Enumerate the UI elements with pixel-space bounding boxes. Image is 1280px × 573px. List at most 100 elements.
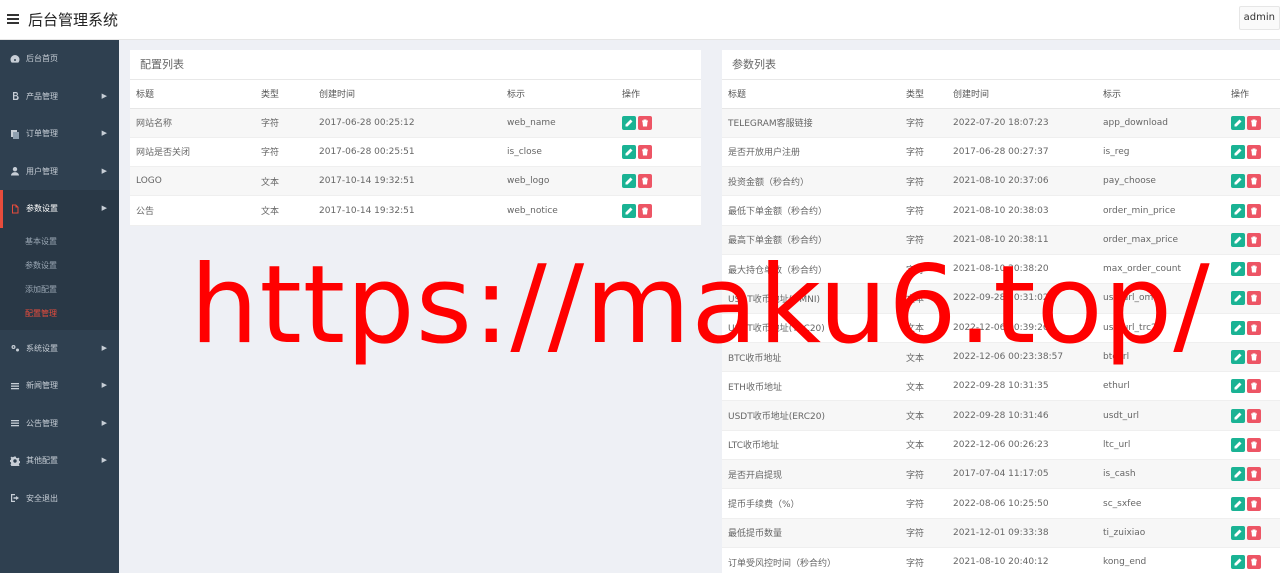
delete-button[interactable] (1247, 203, 1261, 218)
table-cell: order_max_price (1097, 225, 1225, 255)
table-row: 网站是否关闭 字符 2017-06-28 00:25:51 is_close (130, 137, 701, 168)
submenu-item-3[interactable]: 配置管理 (0, 302, 119, 326)
trash-icon (1251, 265, 1257, 273)
dashboard-icon (10, 54, 20, 64)
trash-icon (1251, 324, 1257, 332)
sidebar-item-2[interactable]: 订单管理 ▶ (0, 115, 119, 153)
delete-button[interactable] (638, 144, 652, 159)
table-row: LOGO 文本 2017-10-14 19:32:51 web_logo (130, 166, 701, 197)
edit-button[interactable] (1231, 525, 1245, 540)
table-cell: LOGO (130, 166, 255, 197)
pencil-icon (1234, 412, 1242, 420)
submenu-item-0[interactable]: 基本设置 (0, 230, 119, 254)
delete-button[interactable] (1247, 496, 1261, 511)
sidebar-item-9[interactable]: 安全退出 (0, 480, 119, 518)
sidebar-item-6[interactable]: 新闻管理 ▶ (0, 367, 119, 405)
sidebar-item-5[interactable]: 系统设置 ▶ (0, 330, 119, 368)
column-header: 标题 (722, 80, 900, 109)
edit-button[interactable] (1231, 408, 1245, 423)
edit-button[interactable] (622, 203, 636, 218)
delete-button[interactable] (1247, 115, 1261, 130)
edit-button[interactable] (1231, 379, 1245, 394)
edit-button[interactable] (1231, 115, 1245, 130)
row-actions (1225, 108, 1280, 138)
delete-button[interactable] (1247, 437, 1261, 452)
table-cell: 网站是否关闭 (130, 137, 255, 168)
delete-button[interactable] (1247, 262, 1261, 277)
edit-button[interactable] (622, 115, 636, 130)
edit-button[interactable] (1231, 232, 1245, 247)
edit-button[interactable] (1231, 174, 1245, 189)
table-cell: 字符 (900, 254, 947, 285)
row-actions (1225, 166, 1280, 197)
edit-button[interactable] (1231, 437, 1245, 452)
list-icon (10, 418, 20, 428)
delete-button[interactable] (1247, 174, 1261, 189)
sidebar-item-8[interactable]: 其他配置 ▶ (0, 442, 119, 480)
table-row: TELEGRAM客服链接 字符 2022-07-20 18:07:23 app_dow… (722, 108, 1280, 138)
sidebar-item-label: 新闻管理 (26, 381, 58, 391)
row-actions (1225, 547, 1280, 573)
table-cell: ETH收币地址 (722, 371, 900, 402)
submenu-item-1[interactable]: 参数设置 (0, 254, 119, 278)
edit-button[interactable] (1231, 203, 1245, 218)
edit-button[interactable] (1231, 467, 1245, 482)
edit-button[interactable] (622, 174, 636, 189)
table-cell: 文本 (900, 371, 947, 402)
file-icon (10, 204, 20, 214)
delete-button[interactable] (1247, 144, 1261, 159)
delete-button[interactable] (638, 115, 652, 130)
edit-button[interactable] (1231, 350, 1245, 365)
sidebar-item-label: 其他配置 (26, 456, 58, 466)
delete-button[interactable] (1247, 350, 1261, 365)
bitcoin-icon (10, 91, 20, 101)
table-row: USDT收币地址(ERC20) 文本 2022-09-28 10:31:46 usdt… (722, 400, 1280, 431)
config-list-panel: 配置列表 标题 类型 创建时间 标示 操作 网站名称 字符 2017-06-28 00:25… (130, 50, 701, 226)
pencil-icon (625, 148, 633, 156)
delete-button[interactable] (1247, 291, 1261, 306)
edit-button[interactable] (1231, 144, 1245, 159)
edit-button[interactable] (1231, 291, 1245, 306)
delete-button[interactable] (1247, 379, 1261, 394)
sidebar-item-4[interactable]: 参数设置 ▶ (0, 190, 119, 228)
table-cell: 文本 (900, 313, 947, 343)
menu-toggle-icon[interactable] (7, 14, 19, 24)
edit-button[interactable] (1231, 320, 1245, 335)
table-cell: 最高下单金额（秒合约） (722, 225, 900, 255)
delete-button[interactable] (638, 203, 652, 218)
trash-icon (1251, 441, 1257, 449)
table-cell: web_logo (501, 166, 616, 197)
delete-button[interactable] (1247, 408, 1261, 423)
trash-icon (1251, 119, 1257, 127)
row-actions (1225, 195, 1280, 226)
table-cell: 订单受风控时间（秒合约） (722, 547, 900, 573)
row-actions (1225, 313, 1280, 343)
delete-button[interactable] (1247, 525, 1261, 540)
trash-icon (642, 148, 648, 156)
delete-button[interactable] (1247, 320, 1261, 335)
edit-button[interactable] (1231, 555, 1245, 570)
table-cell: 2022-12-06 00:39:26 (947, 313, 1097, 343)
trash-icon (1251, 177, 1257, 185)
sidebar-item-3[interactable]: 用户管理 ▶ (0, 153, 119, 191)
user-menu-button[interactable]: admin (1238, 6, 1280, 30)
edit-button[interactable] (1231, 262, 1245, 277)
sidebar-item-7[interactable]: 公告管理 ▶ (0, 405, 119, 443)
edit-button[interactable] (1231, 496, 1245, 511)
delete-button[interactable] (1247, 232, 1261, 247)
table-cell: ti_zuixiao (1097, 518, 1225, 548)
edit-button[interactable] (622, 144, 636, 159)
table-cell: pay_choose (1097, 166, 1225, 197)
sidebar-item-1[interactable]: 产品管理 ▶ (0, 78, 119, 116)
delete-button[interactable] (638, 174, 652, 189)
sidebar-item-0[interactable]: 后台首页 (0, 40, 119, 78)
table-row: 最大持仓单数（秒合约） 字符 2021-08-10 20:38:20 max_orde… (722, 254, 1280, 285)
top-bar: 后台管理系统 admin (0, 0, 1280, 40)
table-row: 订单受风控时间（秒合约） 字符 2021-08-10 20:40:12 kong_en… (722, 547, 1280, 573)
submenu-item-2[interactable]: 添加配置 (0, 278, 119, 302)
table-cell: 文本 (900, 400, 947, 431)
table-cell: 2021-08-10 20:40:12 (947, 547, 1097, 573)
delete-button[interactable] (1247, 467, 1261, 482)
pencil-icon (625, 207, 633, 215)
delete-button[interactable] (1247, 555, 1261, 570)
